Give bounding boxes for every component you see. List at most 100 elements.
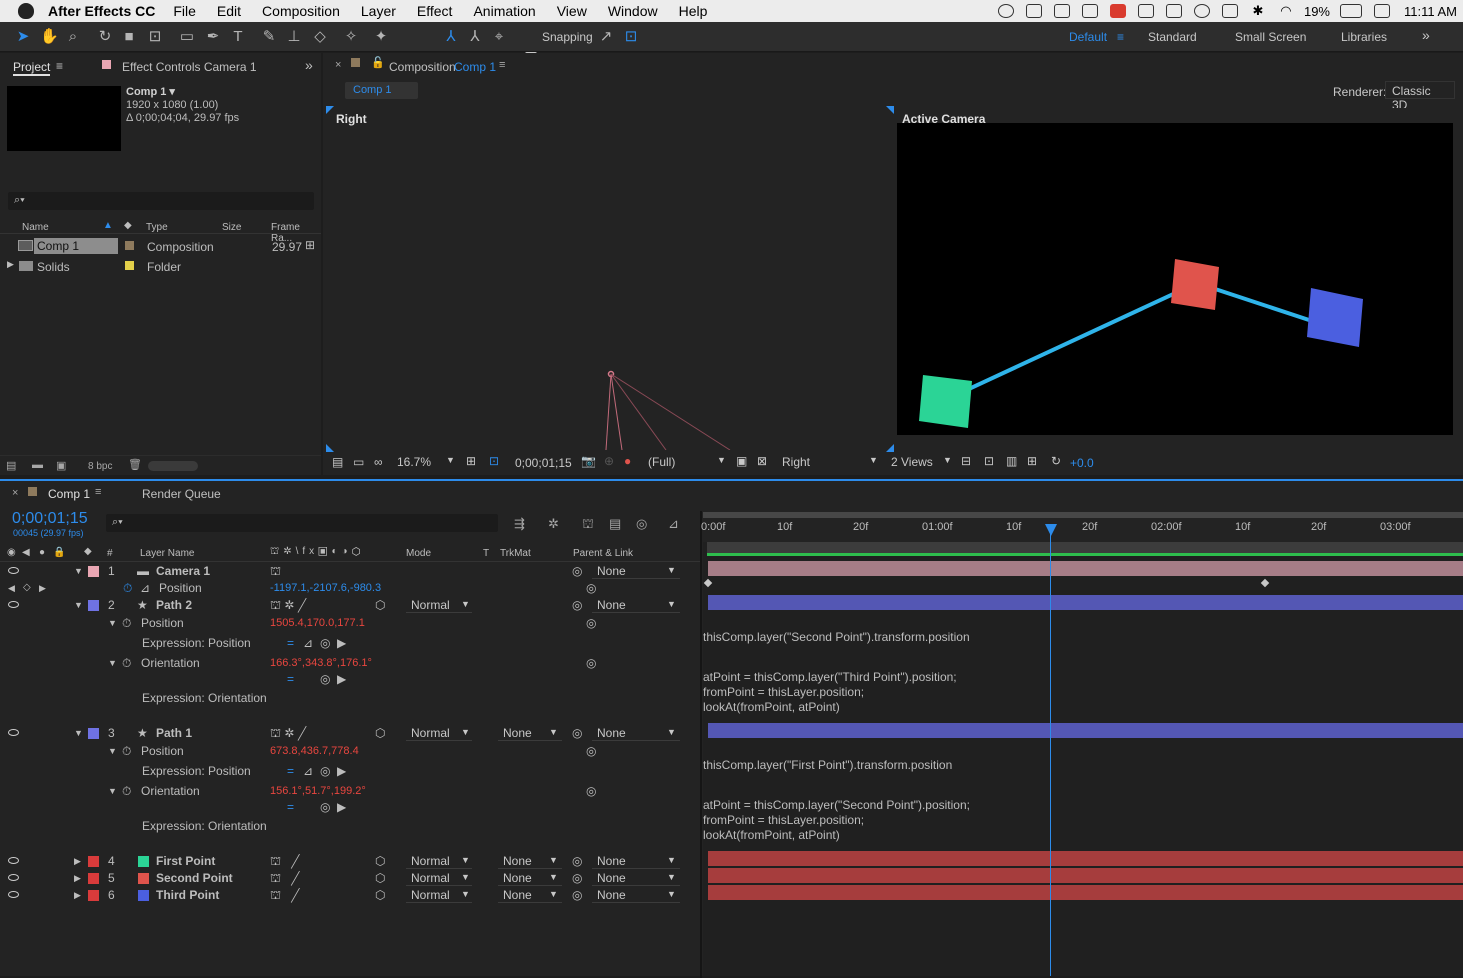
region-of-interest-icon[interactable]: ▣ — [736, 454, 747, 468]
menu-edit[interactable]: Edit — [217, 3, 241, 19]
menu-layer[interactable]: Layer — [361, 3, 396, 19]
close-tab-icon[interactable]: × — [12, 487, 18, 499]
pickwhip-icon[interactable]: ◎ — [586, 784, 596, 798]
expression-menu-icon[interactable]: ▶ — [337, 800, 346, 814]
property-expand-icon[interactable]: ▼ — [108, 746, 117, 756]
work-area-bar[interactable] — [703, 512, 1463, 518]
menu-composition[interactable]: Composition — [262, 3, 340, 19]
mode-dropdown[interactable]: Normal ▼ — [406, 871, 472, 886]
layer-row-first-point[interactable]: ▶ 4 First Point ⛫ ╱ ⬡ Normal ▼ None ▼ ◎ … — [0, 853, 697, 870]
layer-expand-icon[interactable]: ▶ — [74, 890, 81, 901]
local-axis-icon[interactable]: ⅄ — [442, 28, 460, 46]
solo-toggle-icon[interactable]: ● — [39, 547, 45, 558]
pickwhip-icon[interactable]: ◎ — [572, 888, 582, 902]
shy-switch-icon[interactable]: ⛫ ╱ — [270, 871, 300, 887]
expression-pickwhip-icon[interactable]: ◎ — [320, 764, 330, 778]
3d-layer-icon[interactable]: ⬡ — [375, 871, 385, 885]
snapping-label[interactable]: Snapping — [542, 30, 593, 44]
apple-icon[interactable] — [18, 3, 34, 19]
layer-expand-icon[interactable]: ▼ — [74, 600, 83, 610]
property-row-path1-position[interactable]: ▼ ⏱ Position 673.8,436.7,778.4 ◎ — [0, 743, 697, 760]
adobe-icon[interactable] — [1109, 4, 1126, 18]
expression-text-path1-position[interactable]: thisComp.layer("First Point").transform.… — [703, 758, 952, 773]
stopwatch-icon[interactable]: ⏱ — [122, 784, 131, 799]
shy-switch-icon[interactable]: ⛫ — [270, 564, 281, 580]
mode-dropdown[interactable]: Normal ▼ — [406, 854, 472, 869]
transparency-grid-icon[interactable]: ⊠ — [757, 454, 767, 468]
layer-row-path-2[interactable]: ▼ 2 ★ Path 2 ⛫ ✲ ╱ ⬡ Normal ▼ ◎ None ▼ — [0, 597, 697, 614]
flowchart-icon[interactable]: ⊞ — [1027, 454, 1037, 468]
layer-name[interactable]: First Point — [156, 854, 215, 868]
bpc-button[interactable]: 8 bpc — [88, 461, 112, 472]
menu-help[interactable]: Help — [679, 3, 708, 19]
label-column-icon[interactable]: ◆ — [84, 546, 92, 557]
comp-item-label[interactable] — [125, 241, 134, 250]
viewer-active-camera[interactable]: Active Camera — [897, 108, 1453, 435]
property-row-path1-orientation[interactable]: ▼ ⏱ Orientation 156.1°,51.7°,199.2° ◎ — [0, 783, 697, 800]
show-snapshot-icon[interactable]: ⊕ — [604, 454, 614, 468]
motion-blur-icon[interactable]: ◎ — [636, 516, 647, 532]
layer-row-third-point[interactable]: ▶ 6 Third Point ⛫ ╱ ⬡ Normal ▼ None ▼ ◎ … — [0, 887, 697, 904]
layer-name[interactable]: Third Point — [156, 888, 219, 902]
expression-row-path2-orientation[interactable]: = ◎ ▶ Expression: Orientation — [0, 671, 697, 721]
audio-toggle-icon[interactable]: ◀ — [22, 547, 30, 558]
fast-previews-icon[interactable]: ⊡ — [984, 454, 994, 468]
time-machine-icon[interactable] — [1193, 4, 1210, 18]
parent-dropdown[interactable]: None ▼ — [592, 564, 680, 579]
layer-name[interactable]: Path 2 — [156, 598, 192, 612]
layer-row-camera-1[interactable]: ▼ 1 ▬ Camera 1 ⛫ ◎ None ▼ — [0, 563, 697, 580]
always-preview-icon[interactable]: ▤ — [332, 455, 343, 469]
workspace-small-screen[interactable]: Small Screen — [1235, 30, 1306, 44]
lock-toggle-icon[interactable]: 🔒 — [53, 547, 65, 558]
frame-blending-icon[interactable]: ▤ — [609, 516, 621, 532]
layer-bar-path-2[interactable] — [708, 595, 1463, 610]
expression-menu-icon[interactable]: ▶ — [337, 636, 346, 650]
brush-tool-icon[interactable]: ✎ — [260, 28, 278, 46]
timeline-tab-render-queue[interactable]: Render Queue — [142, 487, 221, 501]
layer-bar-third-point[interactable] — [708, 885, 1463, 900]
expression-menu-icon[interactable]: ▶ — [337, 672, 346, 686]
eye-icon[interactable] — [8, 729, 19, 736]
trkmat-dropdown[interactable]: None ▼ — [498, 871, 562, 886]
zoom-dropdown[interactable]: 16.7% ▼ — [397, 455, 457, 469]
mask-visibility-icon[interactable]: ⊡ — [489, 454, 499, 468]
workspace-default[interactable]: Default — [1069, 30, 1107, 44]
world-axis-icon[interactable]: ⅄ — [466, 28, 484, 46]
property-expand-icon[interactable]: ▼ — [108, 658, 117, 668]
folder-expand-icon[interactable]: ▶ — [7, 259, 14, 270]
cast-icon[interactable] — [1081, 4, 1098, 18]
graph-icon[interactable]: ⊿ — [140, 581, 150, 595]
panel-lock-icon[interactable]: 🔓 — [371, 56, 385, 69]
layer-bar-camera-1[interactable] — [708, 561, 1463, 576]
stopwatch-icon[interactable]: ⏱ — [122, 656, 131, 671]
mode-dropdown[interactable]: Normal ▼ — [406, 726, 472, 741]
layer-expand-icon[interactable]: ▼ — [74, 728, 83, 738]
expression-row-path2-position[interactable]: Expression: Position = ⊿ ◎ ▶ — [0, 635, 697, 652]
parent-dropdown[interactable]: None ▼ — [592, 888, 680, 903]
view-axis-icon[interactable]: ⌖ — [490, 28, 508, 46]
app-status-icon[interactable] — [1053, 4, 1070, 18]
menu-effect[interactable]: Effect — [417, 3, 453, 19]
expression-graph-icon[interactable]: ⊿ — [303, 764, 313, 778]
vr-icon[interactable]: ∞ — [374, 455, 383, 469]
property-expand-icon[interactable]: ▼ — [108, 618, 117, 628]
stopwatch-icon[interactable]: ⏱ — [123, 581, 132, 596]
new-comp-icon[interactable]: ▣ — [56, 459, 66, 472]
layer-bar-path-1[interactable] — [708, 723, 1463, 738]
property-row-path2-orientation[interactable]: ▼ ⏱ Orientation 166.3°,343.8°,176.1° ◎ — [0, 655, 697, 672]
stopwatch-icon[interactable]: ⏱ — [122, 744, 131, 759]
expression-pickwhip-icon[interactable]: ◎ — [320, 800, 330, 814]
keyframe-next-icon[interactable]: ▶ — [39, 583, 46, 594]
viewer-right-view[interactable]: Right — [326, 106, 894, 452]
monitor-icon[interactable]: ▭ — [353, 455, 364, 469]
layer-expand-icon[interactable]: ▼ — [74, 566, 83, 576]
pickwhip-icon[interactable]: ◎ — [572, 564, 582, 578]
parent-dropdown[interactable]: None ▼ — [592, 854, 680, 869]
channels-icon[interactable]: ● — [624, 454, 631, 468]
layer-name-column[interactable]: Layer Name — [140, 548, 194, 559]
property-expand-icon[interactable]: ▼ — [108, 786, 117, 796]
timeline-search-input[interactable]: ⌕▾ — [106, 514, 498, 532]
views-layout-dropdown[interactable]: 2 Views ▼ — [891, 455, 953, 469]
workspace-standard[interactable]: Standard — [1148, 30, 1197, 44]
keyframe-prev-icon[interactable]: ◀ — [8, 583, 15, 594]
